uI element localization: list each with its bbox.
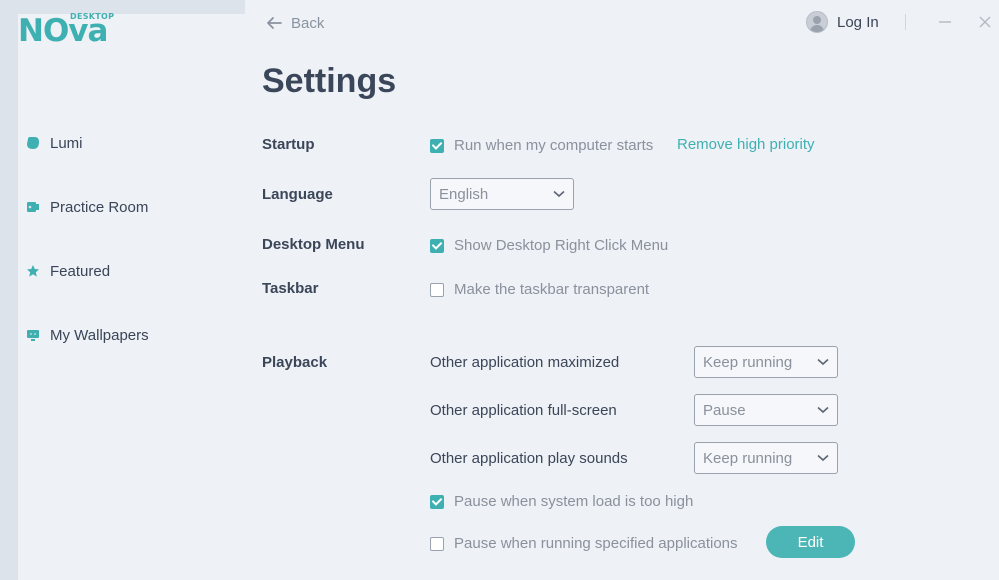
- app-logo: NOva DESKTOP: [18, 10, 772, 580]
- transparent-taskbar-checkbox[interactable]: Make the taskbar transparent: [430, 281, 649, 298]
- fullscreen-select[interactable]: Pause: [694, 394, 838, 426]
- page-title: Settings: [262, 62, 397, 100]
- header-divider: [905, 14, 906, 30]
- sounds-select[interactable]: Keep running: [694, 442, 838, 474]
- avatar: [806, 11, 828, 33]
- close-button[interactable]: [975, 12, 995, 32]
- checkbox-label: Pause when running specified application…: [454, 535, 738, 552]
- sidebar-item-featured[interactable]: Featured: [26, 259, 110, 283]
- chevron-down-icon: [817, 358, 829, 366]
- checkbox-label: Show Desktop Right Click Menu: [454, 237, 669, 254]
- chevron-down-icon: [817, 454, 829, 462]
- chevron-down-icon: [817, 406, 829, 414]
- select-value: English: [439, 185, 489, 203]
- select-value: Keep running: [703, 449, 793, 467]
- lumi-icon: [26, 136, 40, 150]
- checkbox-unchecked: [430, 282, 444, 297]
- sidebar-item-my-wallpapers[interactable]: My Wallpapers: [26, 323, 149, 347]
- select-value: Keep running: [703, 353, 793, 371]
- show-right-click-menu-checkbox[interactable]: Show Desktop Right Click Menu: [430, 237, 668, 254]
- sidebar-item-label: Lumi: [50, 134, 83, 152]
- language-label: Language: [262, 186, 333, 203]
- checkbox-label: Make the taskbar transparent: [454, 281, 650, 298]
- language-select[interactable]: English: [430, 178, 574, 210]
- pause-specified-apps-checkbox[interactable]: Pause when running specified application…: [430, 535, 738, 552]
- monitor-icon: [26, 328, 40, 342]
- sidebar-item-label: My Wallpapers: [50, 326, 149, 344]
- select-value: Pause: [703, 401, 746, 419]
- sidebar-item-label: Featured: [50, 262, 111, 280]
- maximized-select[interactable]: Keep running: [694, 346, 838, 378]
- star-icon: [26, 264, 40, 278]
- sidebar-item-label: Practice Room: [50, 198, 149, 216]
- back-label: Back: [291, 14, 325, 32]
- checkbox-label: Pause when system load is too high: [454, 493, 694, 510]
- checkbox-unchecked: [430, 536, 444, 551]
- sidebar-item-lumi[interactable]: Lumi: [26, 131, 83, 155]
- sidebar: NOva DESKTOP Lumi Practice Room Featured…: [0, 0, 772, 580]
- checkbox-checked: [430, 138, 444, 153]
- desktop-menu-label: Desktop Menu: [262, 236, 365, 253]
- login-label: Log In: [837, 13, 879, 31]
- logo-subtitle: DESKTOP: [70, 12, 115, 21]
- remove-high-priority-link[interactable]: Remove high priority: [677, 136, 815, 153]
- checkbox-label: Run when my computer starts: [454, 137, 654, 154]
- pause-system-load-checkbox[interactable]: Pause when system load is too high: [430, 493, 693, 510]
- startup-label: Startup: [262, 136, 315, 153]
- minimize-icon: [939, 21, 951, 23]
- taskbar-label: Taskbar: [262, 280, 319, 297]
- sounds-label: Other application play sounds: [430, 450, 628, 467]
- back-button[interactable]: Back: [265, 12, 324, 34]
- playback-label: Playback: [262, 354, 328, 371]
- checkbox-checked: [430, 494, 444, 509]
- close-icon: [979, 16, 991, 28]
- minimize-button[interactable]: [935, 12, 955, 32]
- edit-button[interactable]: Edit: [766, 526, 855, 558]
- settings-panel: Back Log In Settings Startup Run when my…: [245, 0, 999, 580]
- sidebar-item-practice-room[interactable]: Practice Room: [26, 195, 148, 219]
- maximized-label: Other application maximized: [430, 354, 620, 371]
- chevron-down-icon: [553, 190, 565, 198]
- practice-room-icon: [26, 200, 40, 214]
- fullscreen-label: Other application full-screen: [430, 402, 617, 419]
- checkbox-checked: [430, 238, 444, 253]
- arrow-left-icon: [267, 17, 282, 29]
- login-button[interactable]: Log In: [806, 10, 879, 34]
- run-on-start-checkbox[interactable]: Run when my computer starts: [430, 137, 653, 154]
